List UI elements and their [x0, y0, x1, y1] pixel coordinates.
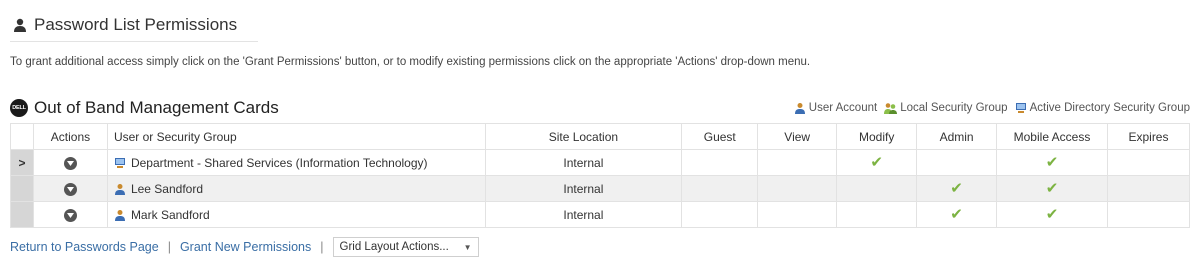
- actions-dropdown-icon[interactable]: [63, 182, 77, 196]
- view-cell: [757, 175, 838, 202]
- table-row[interactable]: Lee Sandford Internal ✔ ✔: [10, 175, 1191, 202]
- user-cell: Department - Shared Services (Informatio…: [106, 149, 486, 176]
- user-cell: Lee Sandford: [106, 175, 486, 202]
- modify-cell: [836, 201, 918, 228]
- permissions-table: Actions User or Security Group Site Loca…: [10, 123, 1191, 228]
- active-directory-icon: [1015, 103, 1026, 113]
- col-mobile[interactable]: Mobile Access: [996, 123, 1108, 150]
- mobile-check: ✔: [996, 149, 1108, 176]
- page-title: Password List Permissions: [34, 15, 238, 34]
- site-cell: Internal: [484, 201, 683, 228]
- section-header: DELL Out of Band Management Cards User A…: [10, 95, 1190, 121]
- view-cell: [757, 149, 838, 176]
- user-cell: Mark Sandford: [106, 201, 486, 228]
- user-account-icon: [794, 103, 805, 114]
- local-security-group-icon: [884, 103, 898, 114]
- row-selector[interactable]: [10, 175, 34, 202]
- actions-dropdown-icon[interactable]: [63, 208, 77, 222]
- footer-separator: |: [167, 240, 171, 254]
- expires-cell: [1106, 149, 1191, 176]
- grid-layout-actions-dropdown[interactable]: Grid Layout Actions... ▼: [332, 237, 479, 257]
- dell-logo-icon: DELL: [10, 99, 28, 117]
- col-actions[interactable]: Actions: [32, 123, 108, 150]
- actions-dropdown-icon[interactable]: [63, 156, 77, 170]
- users-icon: [12, 17, 28, 33]
- footer-separator: |: [320, 240, 324, 254]
- actions-cell[interactable]: [32, 175, 108, 202]
- return-to-passwords-link[interactable]: Return to Passwords Page: [10, 240, 159, 254]
- admin-cell: [916, 149, 998, 176]
- guest-cell: [681, 201, 759, 228]
- user-account-icon: [114, 209, 125, 221]
- footer-actions: Return to Passwords Page | Grant New Per…: [10, 236, 479, 258]
- grant-new-permissions-link[interactable]: Grant New Permissions: [180, 240, 311, 254]
- expires-cell: [1106, 175, 1191, 202]
- modify-check: ✔: [836, 149, 918, 176]
- row-selector[interactable]: >: [10, 149, 34, 176]
- admin-check: ✔: [916, 175, 998, 202]
- legend: User Account Local Security Group Active…: [787, 102, 1190, 114]
- expires-cell: [1106, 201, 1191, 228]
- row-selector[interactable]: [10, 201, 34, 228]
- site-cell: Internal: [484, 175, 683, 202]
- section-title: Out of Band Management Cards: [34, 98, 279, 117]
- col-modify[interactable]: Modify: [836, 123, 918, 150]
- actions-cell[interactable]: [32, 201, 108, 228]
- page-header: Password List Permissions: [10, 9, 258, 42]
- actions-cell[interactable]: [32, 149, 108, 176]
- legend-local-group: Local Security Group: [884, 102, 1008, 114]
- col-view[interactable]: View: [757, 123, 838, 150]
- col-user[interactable]: User or Security Group: [106, 123, 486, 150]
- view-cell: [757, 201, 838, 228]
- modify-cell: [836, 175, 918, 202]
- selector-header: [10, 123, 34, 150]
- table-row[interactable]: > Department - Shared Services (Informat…: [10, 149, 1191, 176]
- col-admin[interactable]: Admin: [916, 123, 998, 150]
- guest-cell: [681, 149, 759, 176]
- legend-user-account: User Account: [794, 102, 877, 114]
- user-account-icon: [114, 183, 125, 195]
- admin-check: ✔: [916, 201, 998, 228]
- guest-cell: [681, 175, 759, 202]
- col-guest[interactable]: Guest: [681, 123, 759, 150]
- table-header-row: Actions User or Security Group Site Loca…: [10, 123, 1191, 150]
- intro-text: To grant additional access simply click …: [10, 56, 811, 68]
- table-row[interactable]: Mark Sandford Internal ✔ ✔: [10, 201, 1191, 228]
- chevron-down-icon: ▼: [463, 242, 472, 252]
- col-site[interactable]: Site Location: [484, 123, 683, 150]
- mobile-check: ✔: [996, 175, 1108, 202]
- site-cell: Internal: [484, 149, 683, 176]
- col-expires[interactable]: Expires: [1106, 123, 1191, 150]
- mobile-check: ✔: [996, 201, 1108, 228]
- legend-ad-group: Active Directory Security Group: [1015, 102, 1190, 114]
- active-directory-icon: [114, 157, 125, 168]
